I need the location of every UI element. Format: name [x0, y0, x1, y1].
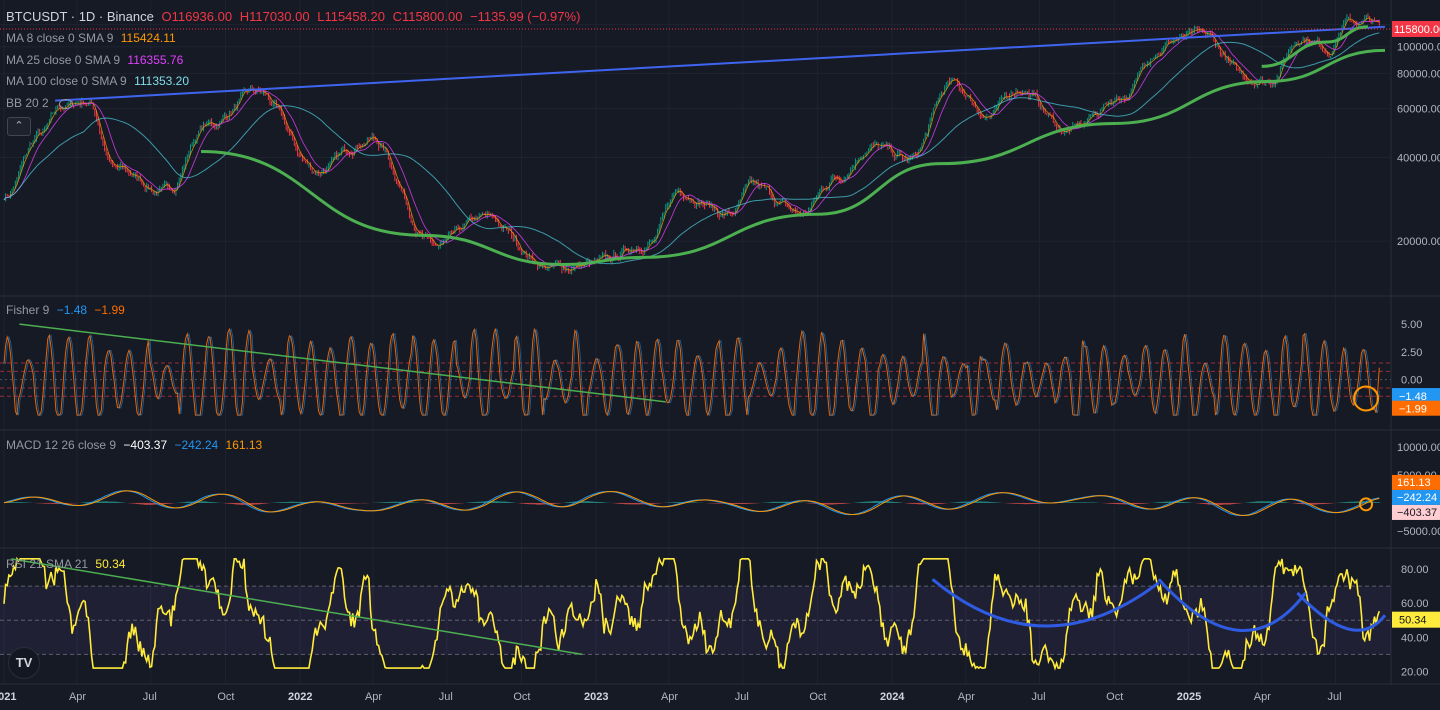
price-tick-4: 40000.00 — [1397, 152, 1440, 164]
time-tick-15: Oct — [1106, 691, 1123, 703]
rsi-last-label: 50.34 — [1399, 615, 1427, 627]
ma25-legend[interactable]: MA 25 close 0 SMA 9 116355.76 — [6, 52, 187, 68]
ohlc-close: C115800.00 — [392, 9, 463, 24]
bb-legend[interactable]: BB 20 2 — [6, 95, 77, 111]
fisher-tick-2: 0.00 — [1401, 375, 1422, 387]
time-tick-2: Jul — [143, 691, 157, 703]
rsi-tick-3: 20.00 — [1401, 666, 1429, 678]
rsi-tick-2: 40.00 — [1401, 632, 1429, 644]
ma8-label: MA 8 close 0 SMA 9 — [6, 31, 114, 45]
ohlc-open: O116936.00 — [161, 9, 233, 24]
fisher-legend[interactable]: Fisher 9 −1.48 −1.99 — [6, 302, 129, 318]
fisher-value-2: −1.99 — [94, 303, 125, 317]
symbol-title[interactable]: BTCUSDT · 1D · Binance — [6, 9, 154, 24]
ma100-value: 111353.20 — [134, 74, 190, 88]
time-tick-1: Apr — [69, 691, 86, 703]
rsi-legend[interactable]: RSI 21 SMA 21 50.34 — [6, 556, 129, 572]
time-tick-6: Jul — [439, 691, 453, 703]
macd-label: MACD 12 26 close 9 — [6, 438, 117, 452]
bb-label: BB 20 2 — [6, 96, 49, 110]
time-tick-10: Jul — [735, 691, 749, 703]
time-tick-16: 2025 — [1177, 691, 1201, 703]
macd-tick-0: 10000.00 — [1397, 442, 1440, 454]
macd-last-label-2: −403.37 — [1397, 507, 1437, 519]
chevron-up-icon[interactable]: ⌃ — [7, 117, 31, 136]
fisher-tick-1: 2.50 — [1401, 347, 1422, 359]
macd-value-3: 161.13 — [225, 438, 263, 452]
fisher-tick-0: 5.00 — [1401, 319, 1422, 331]
ma8-value: 115424.11 — [120, 31, 176, 45]
ma100-legend[interactable]: MA 100 close 0 SMA 9 111353.20 — [6, 73, 193, 89]
time-tick-18: Jul — [1328, 691, 1342, 703]
time-tick-9: Apr — [661, 691, 678, 703]
time-tick-12: 2024 — [880, 691, 905, 703]
price-tick-2: 80000.00 — [1397, 69, 1440, 81]
macd-tick-2: −5000.00 — [1397, 526, 1440, 538]
rsi-tick-0: 80.00 — [1401, 564, 1429, 576]
time-tick-17: Apr — [1254, 691, 1271, 703]
time-tick-3: Oct — [217, 691, 234, 703]
time-tick-5: Apr — [365, 691, 382, 703]
ma100-label: MA 100 close 0 SMA 9 — [6, 74, 127, 88]
rsi-value: 50.34 — [95, 557, 126, 571]
time-tick-7: Oct — [513, 691, 530, 703]
macd-value-1: −403.37 — [123, 438, 168, 452]
last-price-label: 115800.00 — [1394, 24, 1440, 36]
ma8-legend[interactable]: MA 8 close 0 SMA 9 115424.11 — [6, 30, 180, 46]
ma25-value: 116355.76 — [127, 53, 184, 67]
time-tick-14: Jul — [1032, 691, 1046, 703]
price-tick-3: 60000.00 — [1397, 103, 1440, 115]
rsi-label: RSI 21 SMA 21 — [6, 557, 89, 571]
fisher-label: Fisher 9 — [6, 303, 50, 317]
macd-value-2: −242.24 — [174, 438, 219, 452]
time-tick-0: 2021 — [0, 691, 16, 703]
macd-last-label-0: 161.13 — [1397, 477, 1431, 489]
eye-hidden-icon[interactable] — [58, 98, 73, 109]
ohlc-low: L115458.20 — [317, 9, 385, 24]
chart-canvas[interactable]: 120000.00100000.0080000.0060000.0040000.… — [0, 0, 1440, 710]
macd-legend[interactable]: MACD 12 26 close 9 −403.37 −242.24 161.1… — [6, 437, 266, 453]
time-tick-11: Oct — [809, 691, 826, 703]
ohlc-high: H117030.00 — [239, 9, 310, 24]
ma25-label: MA 25 close 0 SMA 9 — [6, 53, 121, 67]
time-tick-4: 2022 — [288, 691, 312, 703]
rsi-tick-1: 60.00 — [1401, 598, 1429, 610]
time-tick-13: Apr — [958, 691, 975, 703]
symbol-legend: BTCUSDT · 1D · Binance O116936.00 H11703… — [6, 9, 584, 25]
time-tick-8: 2023 — [584, 691, 608, 703]
macd-last-label-1: −242.24 — [1397, 492, 1437, 504]
tradingview-logo[interactable]: TV — [8, 647, 40, 679]
price-tick-1: 100000.00 — [1397, 42, 1440, 54]
price-tick-5: 20000.00 — [1397, 236, 1440, 248]
ohlc-change: −1135.99 (−0.97%) — [470, 9, 581, 24]
fisher-value-1: −1.48 — [56, 303, 88, 317]
fisher-last-label-2: −1.99 — [1399, 404, 1427, 416]
